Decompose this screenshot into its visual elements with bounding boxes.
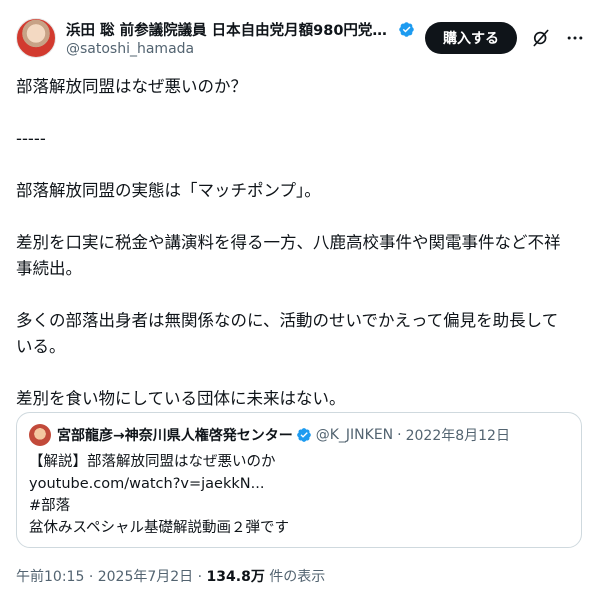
quoted-line: 【解説】部落解放同盟はなぜ悪いのか — [29, 454, 276, 470]
author-avatar[interactable] — [16, 18, 56, 58]
post-blank-line — [16, 152, 584, 178]
quoted-separator: · — [397, 427, 402, 443]
author-identity: 浜田 聡 前参議院議員 日本自由党月額980円党員... @satoshi_ha… — [66, 19, 415, 57]
verified-badge-icon — [296, 428, 311, 442]
author-display-name[interactable]: 浜田 聡 前参議院議員 日本自由党月額980円党員... — [66, 19, 394, 40]
quoted-hashtag: #部落 — [29, 498, 71, 514]
author-name-row: 浜田 聡 前参議院議員 日本自由党月額980円党員... — [66, 19, 415, 39]
post-container: 浜田 聡 前参議院議員 日本自由党月額980円党員... @satoshi_ha… — [0, 0, 599, 601]
quoted-post-text: 【解説】部落解放同盟はなぜ悪いのか youtube.com/watch?v=ja… — [29, 451, 569, 539]
post-blank-line — [16, 360, 584, 386]
post-line: 部落解放同盟はなぜ悪いのか？ — [16, 77, 247, 96]
quoted-post-date: 2022年8月12日 — [405, 428, 510, 444]
post-line: いる。 — [16, 337, 66, 356]
quoted-line: 盆休みスペシャル基礎解説動画２弾です — [29, 520, 289, 536]
post-time[interactable]: 午前10:15 — [16, 569, 84, 585]
meta-separator: · — [88, 569, 94, 585]
post-header: 浜田 聡 前参議院議員 日本自由党月額980円党員... @satoshi_ha… — [16, 16, 585, 60]
post-line: 多くの部落出身者は無関係なのに、活動のせいでかえって偏見を助長して — [16, 311, 559, 330]
quoted-author-avatar — [29, 424, 51, 446]
views-label: 件の表示 — [269, 569, 326, 585]
quoted-author-handle: @K_JINKEN — [315, 427, 394, 443]
post-blank-line — [16, 204, 584, 230]
buy-button[interactable]: 購入する — [425, 22, 517, 54]
quoted-post[interactable]: 宮部龍彦→神奈川県人権啓発センター @K_JINKEN · 2022年8月12日… — [16, 412, 582, 548]
views-count: 134.8万 — [206, 569, 265, 585]
verified-badge-icon — [399, 21, 414, 37]
post-line: 差別を口実に税金や講演料を得る一方、八鹿高校事件や関電事件など不祥 — [16, 233, 561, 252]
post-blank-line — [16, 100, 584, 126]
quoted-link: youtube.com/watch?v=jaekkN... — [29, 476, 265, 492]
more-dots-icon[interactable] — [565, 28, 585, 48]
quoted-post-header: 宮部龍彦→神奈川県人権啓発センター @K_JINKEN · 2022年8月12日 — [29, 423, 569, 447]
post-text: 部落解放同盟はなぜ悪いのか？ ----- 部落解放同盟の実態は「マッチポンプ」。… — [16, 74, 584, 412]
post-meta: 午前10:15 · 2025年7月2日 · 134.8万 件の表示 — [16, 566, 325, 586]
author-handle[interactable]: @satoshi_hamada — [66, 41, 415, 57]
post-date[interactable]: 2025年7月2日 — [98, 569, 193, 585]
post-line: 部落解放同盟の実態は「マッチポンプ」。 — [16, 181, 321, 200]
post-line: 差別を食い物にしている団体に未来はない。 — [16, 389, 346, 408]
post-blank-line — [16, 282, 584, 308]
grok-icon-graphic — [533, 29, 549, 47]
grok-icon[interactable] — [531, 28, 551, 48]
post-line: 事続出。 — [16, 259, 82, 278]
post-line: ----- — [16, 129, 46, 148]
quoted-author-name: 宮部龍彦→神奈川県人権啓発センター — [57, 428, 293, 444]
meta-separator: · — [197, 569, 203, 585]
more-dots-graphic — [567, 36, 583, 40]
